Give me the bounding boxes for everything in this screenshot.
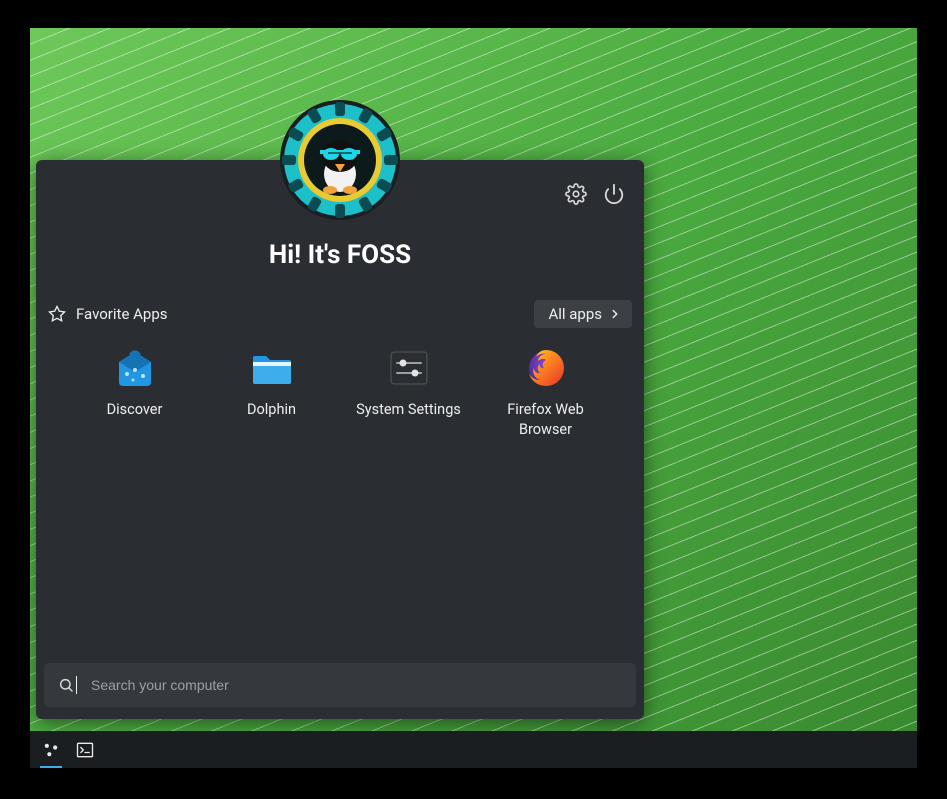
terminal-icon (75, 740, 95, 760)
app-system-settings[interactable]: System Settings (340, 342, 477, 439)
settings-app-icon (387, 346, 431, 390)
user-avatar[interactable] (280, 100, 400, 220)
app-dolphin[interactable]: Dolphin (203, 342, 340, 439)
settings-button[interactable] (564, 182, 588, 206)
chevron-right-icon (608, 307, 622, 321)
app-label: Firefox Web Browser (486, 400, 606, 439)
launcher-header-actions (564, 182, 626, 206)
all-apps-button[interactable]: All apps (534, 300, 632, 328)
gear-icon (565, 183, 587, 205)
folder-icon (250, 346, 294, 390)
search-input[interactable] (91, 677, 622, 693)
discover-icon (113, 346, 157, 390)
star-icon (48, 305, 66, 323)
favorite-apps-text: Favorite Apps (76, 305, 168, 323)
taskbar-terminal-button[interactable] (74, 739, 96, 761)
app-firefox[interactable]: Firefox Web Browser (477, 342, 614, 439)
favorite-apps-label: Favorite Apps (48, 305, 168, 323)
launcher-section-row: Favorite Apps All apps (48, 300, 632, 328)
search-icon (58, 677, 74, 693)
text-cursor (76, 676, 77, 694)
power-button[interactable] (602, 182, 626, 206)
taskbar-launcher-button[interactable] (40, 739, 62, 761)
firefox-icon (524, 346, 568, 390)
taskbar (30, 731, 917, 768)
app-label: System Settings (356, 400, 461, 420)
app-discover[interactable]: Discover (66, 342, 203, 439)
app-label: Dolphin (247, 400, 296, 420)
search-bar[interactable] (44, 663, 636, 707)
application-launcher: Hi! It's FOSS Favorite Apps All apps (36, 160, 644, 719)
launcher-icon (41, 740, 61, 760)
power-icon (603, 183, 625, 205)
app-label: Discover (107, 400, 163, 420)
user-greeting: Hi! It's FOSS (36, 240, 644, 270)
all-apps-label: All apps (548, 305, 602, 323)
favorite-apps-grid: Discover Dolphin (66, 342, 614, 439)
